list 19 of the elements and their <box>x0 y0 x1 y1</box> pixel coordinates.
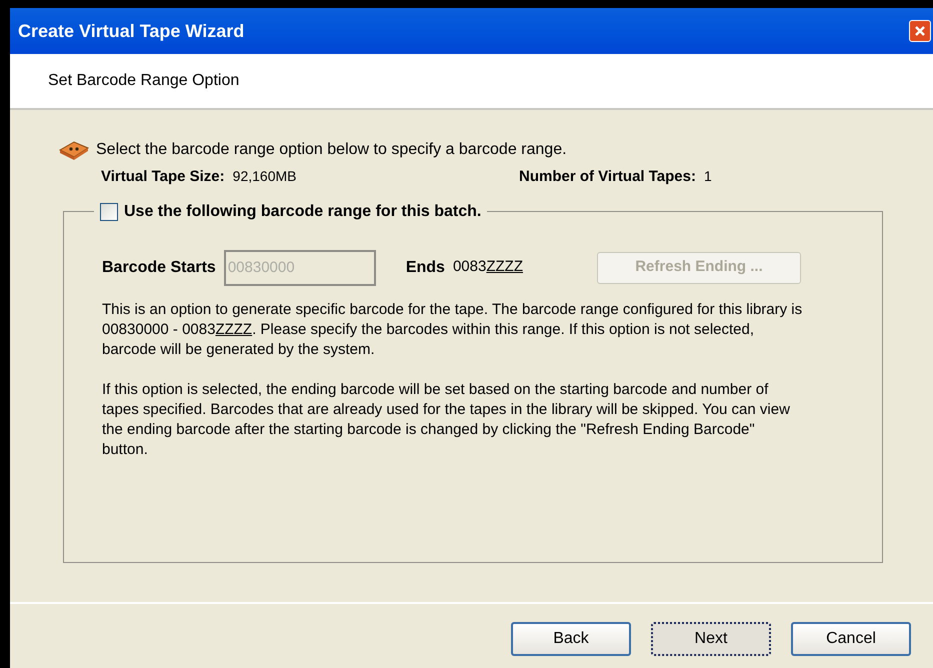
description-text: If this option is selected, the ending barcode will be set based on the starting barcode and number of tapes specified. Barcodes that are already used for the tapes in the library will be skipped. You can view the ending barcode after the starting barcode is changed by clicking the "Refresh Ending Barcode" button. <box>102 380 791 460</box>
intro-text: Select the barcode range option below to specify a barcode range. <box>96 140 567 160</box>
description-text: This is an option to generate specific barcode for the tape. The barcode range configured for this library is 00830000 - 0083ZZZZ. Please specify the barcodes within this range. If this option is not selected, barcode will be generated by the system. <box>102 300 804 360</box>
close-button[interactable] <box>909 20 931 42</box>
field-label: Ends <box>406 258 445 278</box>
wizard-button[interactable]: Next <box>651 622 771 656</box>
info-value: 1 <box>704 167 712 186</box>
info-value: 92,160MB <box>232 167 296 186</box>
window-title: Create Virtual Tape Wizard <box>18 20 244 43</box>
close-icon <box>913 24 927 38</box>
wizard-button[interactable]: Back <box>511 622 631 656</box>
field-label: Barcode Starts <box>102 258 216 278</box>
info-label: Virtual Tape Size: <box>101 167 225 187</box>
checkbox[interactable] <box>100 202 118 220</box>
info-label: Number of Virtual Tapes: <box>519 167 696 187</box>
ends-value: 0083ZZZZ <box>452 257 523 278</box>
checkbox-label[interactable]: Use the following barcode range for this batch. <box>124 200 482 224</box>
wizard-button[interactable]: Cancel <box>791 622 911 656</box>
step-title: Set Barcode Range Option <box>48 71 240 91</box>
